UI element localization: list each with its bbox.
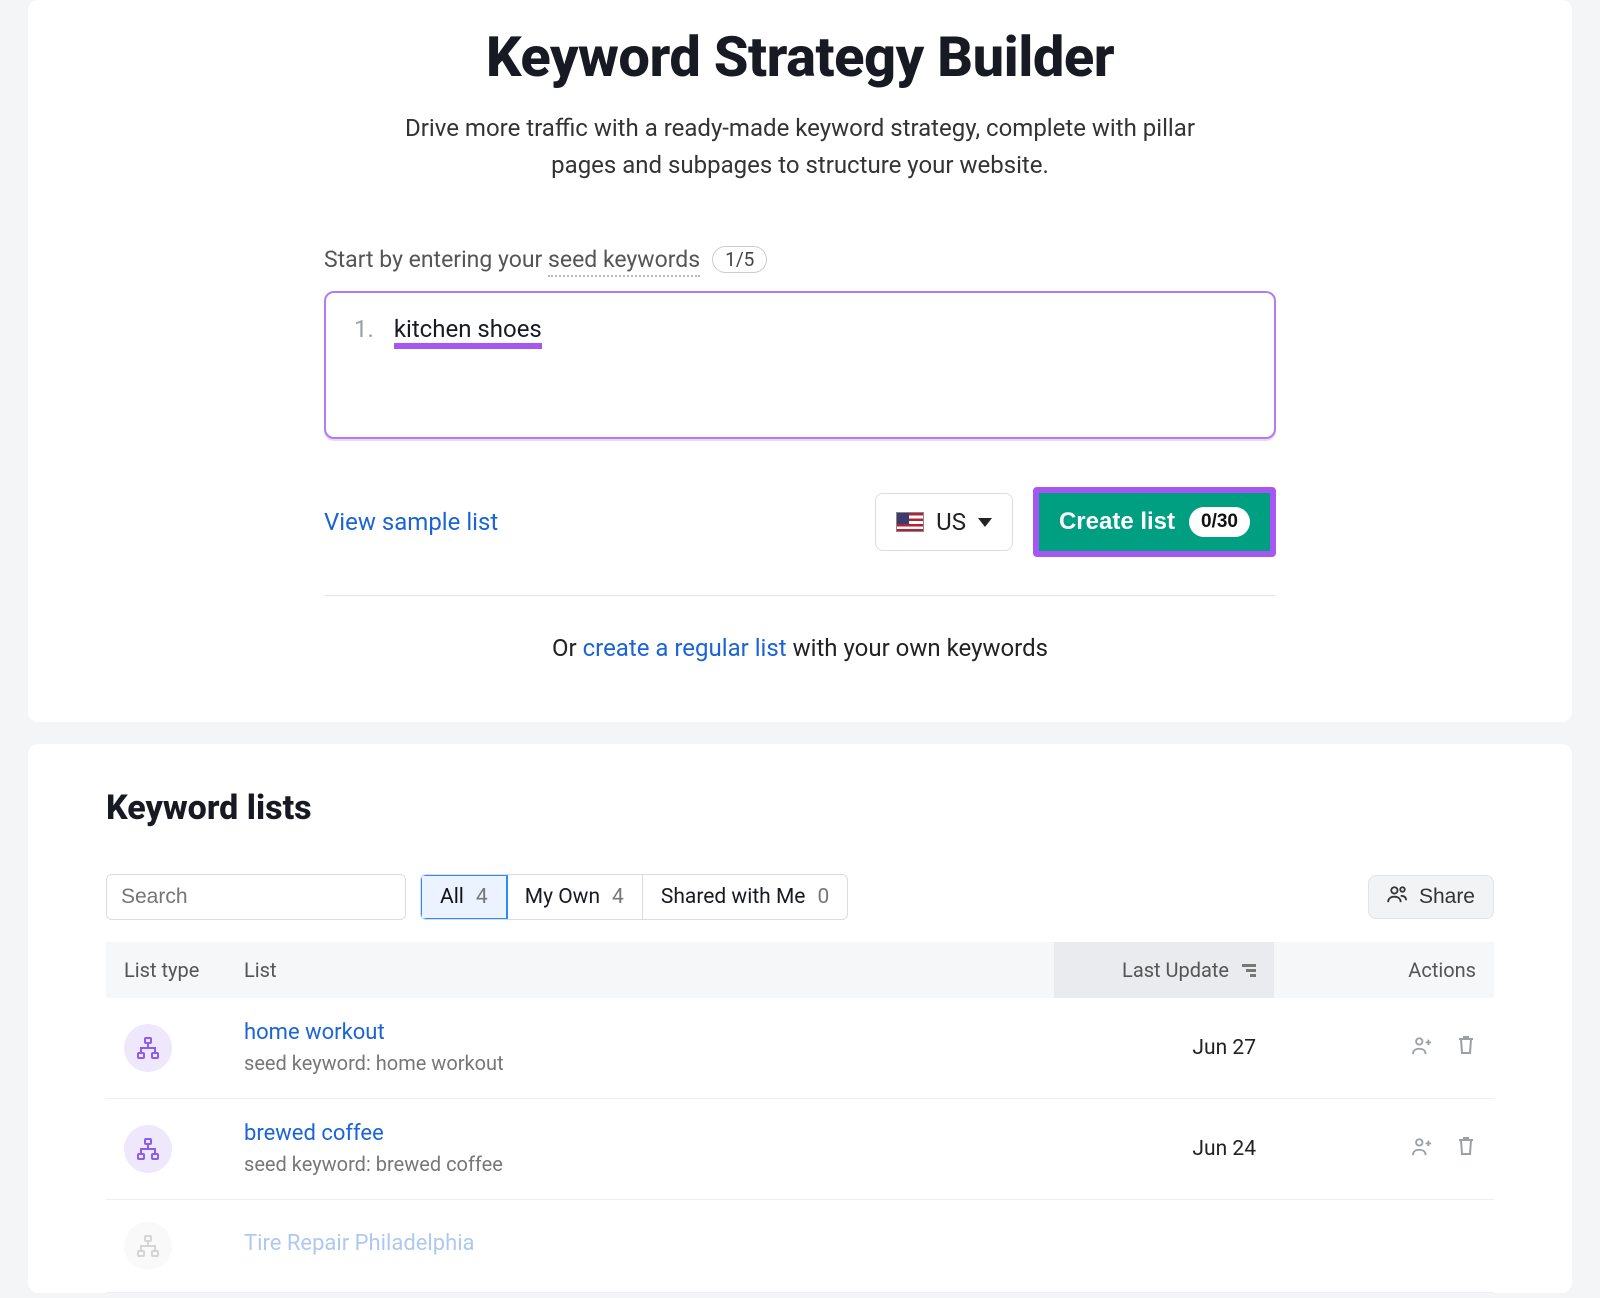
tab-shared-label: Shared with Me (661, 885, 806, 909)
tab-my-own-label: My Own (525, 885, 600, 909)
lists-controls: 🔍 All 4 My Own 4 Shared with Me 0 Share (106, 874, 1494, 920)
share-people-icon (1387, 885, 1409, 909)
or-post: with your own keywords (787, 634, 1048, 662)
col-list-type: List type (106, 942, 226, 998)
share-button[interactable]: Share (1368, 875, 1494, 919)
create-button-highlight: Create list 0/30 (1033, 487, 1276, 557)
create-quota-badge: 0/30 (1189, 507, 1250, 537)
create-list-label: Create list (1059, 508, 1175, 536)
list-name-link[interactable]: home workout (244, 1020, 1036, 1045)
search-wrap: 🔍 (106, 874, 406, 920)
seed-input[interactable]: 1. kitchen shoes (324, 291, 1276, 439)
tab-all-count: 4 (476, 885, 488, 909)
or-pre: Or (552, 634, 583, 662)
builder-card: Keyword Strategy Builder Drive more traf… (28, 0, 1572, 722)
tab-shared-count: 0 (817, 885, 829, 909)
table-row: Tire Repair Philadelphia (106, 1200, 1494, 1293)
seed-box-wrap: 1. kitchen shoes AI-powered feature (324, 291, 1276, 439)
page-subtitle: Drive more traffic with a ready-made key… (390, 110, 1210, 184)
tab-shared[interactable]: Shared with Me 0 (643, 875, 847, 919)
list-name-link[interactable]: brewed coffee (244, 1121, 1036, 1146)
view-sample-link[interactable]: View sample list (324, 508, 498, 536)
chevron-down-icon (978, 518, 992, 527)
add-user-icon[interactable] (1411, 1139, 1438, 1163)
seed-label: Start by entering your seed keywords 1/5 (324, 246, 1276, 273)
share-label: Share (1419, 885, 1475, 909)
table-row: brewed coffee seed keyword: brewed coffe… (106, 1099, 1494, 1200)
last-update-cell: Jun 27 (1054, 998, 1274, 1099)
keyword-lists-title: Keyword lists (106, 788, 1494, 828)
keyword-lists-card: Keyword lists 🔍 All 4 My Own 4 Shared wi… (28, 744, 1572, 1293)
list-type-icon-wrap (124, 1125, 172, 1173)
search-input[interactable] (107, 875, 406, 919)
sort-desc-icon (1242, 962, 1256, 977)
col-last-update-label: Last Update (1122, 958, 1229, 982)
builder-form: Start by entering your seed keywords 1/5… (324, 246, 1276, 662)
col-actions: Actions (1274, 942, 1494, 998)
hierarchy-icon (136, 1234, 160, 1258)
trash-icon[interactable] (1456, 1139, 1476, 1163)
highlight-underline (394, 343, 542, 349)
country-select[interactable]: US (875, 493, 1013, 551)
list-type-icon-wrap (124, 1024, 172, 1072)
hierarchy-icon (136, 1036, 160, 1060)
seed-keyword-value: kitchen shoes (394, 315, 542, 343)
hierarchy-icon (136, 1137, 160, 1161)
keyword-lists-table: List type List Last Update Actions (106, 942, 1494, 1293)
create-list-button[interactable]: Create list 0/30 (1039, 493, 1270, 551)
last-update-cell: Jun 24 (1054, 1099, 1274, 1200)
country-label: US (936, 508, 966, 536)
tab-all[interactable]: All 4 (420, 874, 508, 920)
us-flag-icon (896, 512, 924, 532)
col-list: List (226, 942, 1054, 998)
divider (324, 595, 1276, 596)
seed-label-pre: Start by entering your (324, 246, 548, 273)
col-last-update[interactable]: Last Update (1054, 942, 1274, 998)
create-regular-list-link[interactable]: create a regular list (583, 634, 787, 662)
tab-all-label: All (440, 885, 464, 909)
add-user-icon[interactable] (1411, 1038, 1438, 1062)
tab-my-own[interactable]: My Own 4 (507, 875, 643, 919)
action-row: View sample list US Create list 0/30 (324, 487, 1276, 557)
lists-tabs: All 4 My Own 4 Shared with Me 0 (420, 874, 848, 920)
page-title: Keyword Strategy Builder (68, 24, 1532, 90)
list-name-link[interactable]: Tire Repair Philadelphia (244, 1231, 1036, 1256)
list-type-icon-wrap (124, 1222, 172, 1270)
tab-my-own-count: 4 (612, 885, 624, 909)
seed-row-number: 1. (354, 315, 374, 343)
seed-count-badge: 1/5 (712, 246, 767, 273)
seed-label-term: seed keywords (548, 246, 700, 277)
seed-subtext: seed keyword: home workout (244, 1051, 504, 1075)
trash-icon[interactable] (1456, 1038, 1476, 1062)
last-update-cell (1054, 1200, 1274, 1293)
seed-subtext: seed keyword: brewed coffee (244, 1152, 503, 1176)
table-row: home workout seed keyword: home workout … (106, 998, 1494, 1099)
or-line: Or create a regular list with your own k… (324, 634, 1276, 662)
